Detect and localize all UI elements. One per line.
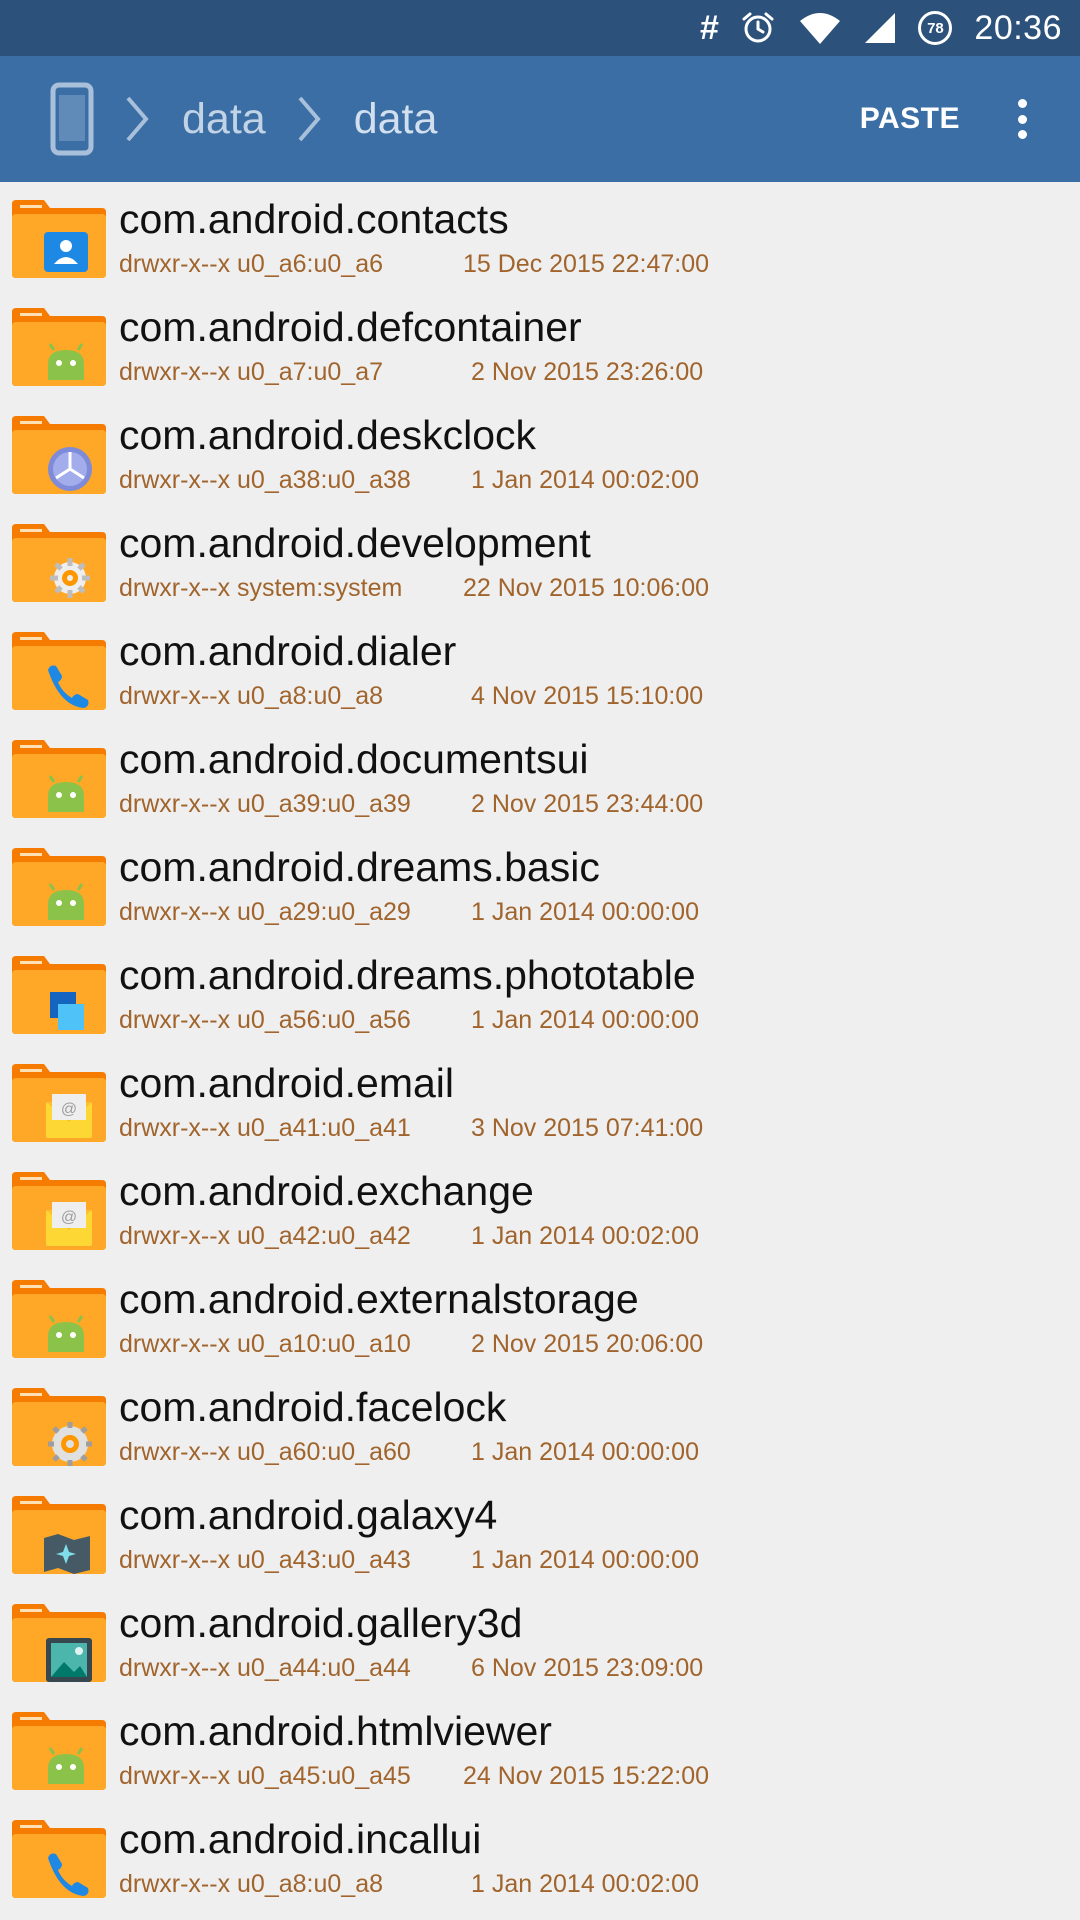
chevron-right-icon (126, 96, 149, 142)
file-date: 3 Nov 2015 07:41:00 (471, 1114, 704, 1142)
file-name: com.android.documentsui (119, 736, 589, 782)
file-permissions: drwxr-x--x system:system (119, 574, 403, 602)
file-permissions: drwxr-x--x u0_a39:u0_a39 (119, 790, 411, 818)
file-row[interactable]: com.android.dialer drwxr-x--x u0_a8:u0_a8… (0, 614, 1080, 722)
file-name: com.android.development (119, 520, 591, 566)
file-permissions: drwxr-x--x u0_a45:u0_a45 (119, 1762, 411, 1790)
file-permissions: drwxr-x--x u0_a10:u0_a10 (119, 1330, 411, 1358)
phototable-icon (12, 956, 106, 1034)
file-name: com.android.defcontainer (119, 304, 582, 350)
file-date: 1 Jan 2014 00:02:00 (471, 1222, 699, 1250)
email-icon: @ (12, 1064, 106, 1142)
file-name: com.android.incallui (119, 1816, 482, 1862)
file-permissions: drwxr-x--x u0_a44:u0_a44 (119, 1654, 411, 1682)
file-permissions: drwxr-x--x u0_a56:u0_a56 (119, 1006, 411, 1034)
paste-button[interactable]: PASTE (860, 102, 960, 136)
file-date: 1 Jan 2014 00:00:00 (471, 898, 699, 926)
toolbar: data data PASTE (0, 56, 1080, 182)
file-date: 2 Nov 2015 23:26:00 (471, 358, 704, 386)
wifi-icon (798, 8, 842, 48)
status-bar: # 78 20:36 (0, 0, 1080, 56)
file-permissions: drwxr-x--x u0_a42:u0_a42 (119, 1222, 411, 1250)
file-permissions: drwxr-x--x u0_a43:u0_a43 (119, 1546, 411, 1574)
breadcrumb-data-1[interactable]: data (182, 95, 266, 144)
file-name: com.android.galaxy4 (119, 1492, 498, 1538)
phone-icon (12, 632, 106, 710)
file-row[interactable]: com.android.facelock drwxr-x--x u0_a60:u0… (0, 1370, 1080, 1478)
dev-settings-icon (12, 524, 106, 602)
galaxy-map-icon (12, 1496, 106, 1574)
file-date: 2 Nov 2015 23:44:00 (471, 790, 704, 818)
file-name: com.android.externalstorage (119, 1276, 639, 1322)
contacts-icon (12, 200, 106, 278)
file-name: com.android.email (119, 1060, 454, 1106)
file-row[interactable]: com.android.gallery3d drwxr-x--x u0_a44:u… (0, 1586, 1080, 1694)
android-icon (12, 1280, 106, 1358)
android-icon (12, 848, 106, 926)
file-date: 1 Jan 2014 00:00:00 (471, 1006, 699, 1034)
battery-level: 78 (918, 11, 953, 45)
battery-icon: 78 (918, 8, 953, 48)
alarm-icon (740, 8, 776, 48)
file-name: com.android.contacts (119, 196, 509, 242)
svg-text:@: @ (61, 1209, 77, 1226)
file-date: 24 Nov 2015 15:22:00 (463, 1762, 710, 1790)
file-permissions: drwxr-x--x u0_a6:u0_a6 (119, 250, 384, 278)
android-icon (12, 308, 106, 386)
svg-text:@: @ (61, 1101, 77, 1118)
file-name: com.android.deskclock (119, 412, 537, 458)
file-row[interactable]: com.android.galaxy4 drwxr-x--x u0_a43:u0_… (0, 1478, 1080, 1586)
file-list: com.android.contacts drwxr-x--x u0_a6:u0_… (0, 182, 1080, 1910)
file-date: 15 Dec 2015 22:47:00 (463, 250, 710, 278)
file-permissions: drwxr-x--x u0_a41:u0_a41 (119, 1114, 411, 1142)
file-permissions: drwxr-x--x u0_a8:u0_a8 (119, 682, 384, 710)
file-row[interactable]: com.android.deskclock drwxr-x--x u0_a38:u… (0, 398, 1080, 506)
android-icon (12, 740, 106, 818)
file-permissions: drwxr-x--x u0_a8:u0_a8 (119, 1870, 384, 1898)
file-row[interactable]: com.android.development drwxr-x--x system… (0, 506, 1080, 614)
file-name: com.android.dreams.basic (119, 844, 600, 890)
device-root-icon[interactable] (50, 82, 94, 156)
clock-time: 20:36 (974, 8, 1062, 47)
gear-icon (12, 1388, 106, 1466)
file-name: com.android.dreams.phototable (119, 952, 696, 998)
gallery-icon (12, 1604, 106, 1682)
file-name: com.android.exchange (119, 1168, 534, 1214)
file-name: com.android.gallery3d (119, 1600, 523, 1646)
breadcrumb-data-2[interactable]: data (354, 95, 438, 144)
file-date: 4 Nov 2015 15:10:00 (471, 682, 704, 710)
file-date: 6 Nov 2015 23:09:00 (471, 1654, 704, 1682)
file-row[interactable]: com.android.dreams.phototable drwxr-x--x … (0, 938, 1080, 1046)
file-permissions: drwxr-x--x u0_a38:u0_a38 (119, 466, 411, 494)
file-date: 1 Jan 2014 00:02:00 (471, 466, 699, 494)
file-permissions: drwxr-x--x u0_a29:u0_a29 (119, 898, 411, 926)
file-row[interactable]: com.android.externalstorage drwxr-x--x u0… (0, 1262, 1080, 1370)
phone-icon (12, 1820, 106, 1898)
chevron-right-icon (298, 96, 321, 142)
android-icon (12, 1712, 106, 1790)
file-permissions: drwxr-x--x u0_a60:u0_a60 (119, 1438, 411, 1466)
file-row[interactable]: com.android.dreams.basic drwxr-x--x u0_a2… (0, 830, 1080, 938)
file-name: com.android.htmlviewer (119, 1708, 552, 1754)
more-options-icon[interactable] (1016, 99, 1028, 139)
file-row[interactable]: @ com.android.email drwxr-x--x u0_a41:u0_a… (0, 1046, 1080, 1154)
file-date: 22 Nov 2015 10:06:00 (463, 574, 710, 602)
file-row[interactable]: com.android.contacts drwxr-x--x u0_a6:u0_… (0, 182, 1080, 290)
file-permissions: drwxr-x--x u0_a7:u0_a7 (119, 358, 384, 386)
file-row[interactable]: com.android.incallui drwxr-x--x u0_a8:u0_… (0, 1802, 1080, 1910)
file-row[interactable]: com.android.htmlviewer drwxr-x--x u0_a45:… (0, 1694, 1080, 1802)
email-icon: @ (12, 1172, 106, 1250)
file-row[interactable]: com.android.documentsui drwxr-x--x u0_a39… (0, 722, 1080, 830)
hash-icon: # (699, 8, 719, 47)
file-date: 1 Jan 2014 00:00:00 (471, 1438, 699, 1466)
file-date: 1 Jan 2014 00:02:00 (471, 1870, 699, 1898)
signal-icon (864, 8, 896, 48)
file-name: com.android.dialer (119, 628, 457, 674)
file-row[interactable]: @ com.android.exchange drwxr-x--x u0_a42:u… (0, 1154, 1080, 1262)
file-row[interactable]: com.android.defcontainer drwxr-x--x u0_a7… (0, 290, 1080, 398)
file-name: com.android.facelock (119, 1384, 507, 1430)
file-date: 2 Nov 2015 20:06:00 (471, 1330, 704, 1358)
clock-icon (12, 416, 106, 494)
file-date: 1 Jan 2014 00:00:00 (471, 1546, 699, 1574)
